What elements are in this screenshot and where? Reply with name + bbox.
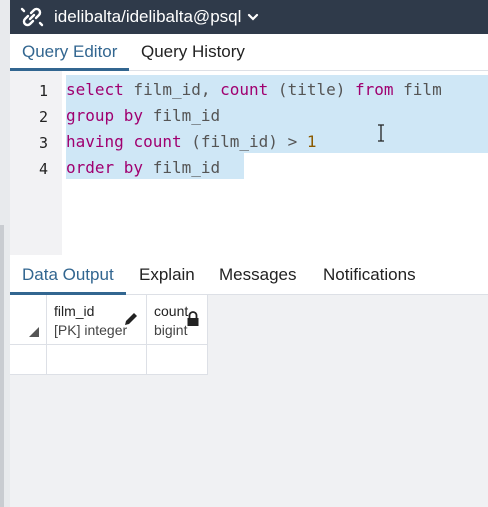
code-keyword: count [133, 132, 182, 151]
left-panel-shadow [0, 225, 4, 507]
tab-explain[interactable]: Explain [127, 256, 207, 294]
code-token: film_id [143, 106, 221, 125]
editor-tabs: Query Editor Query History [10, 34, 488, 71]
code-number: 1 [306, 132, 317, 151]
query-editor[interactable]: 1 2 3 4 select film_id, count (title) fr… [10, 71, 488, 255]
connection-bar[interactable]: idelibalta/idelibalta@psql [10, 0, 488, 34]
lock-icon [187, 311, 199, 326]
row-header-corner[interactable] [10, 295, 47, 345]
tab-notifications[interactable]: Notifications [311, 256, 428, 294]
pencil-icon [125, 313, 137, 325]
code-token: (film_id) > [181, 132, 307, 151]
line-number: 3 [38, 134, 48, 152]
tab-query-history[interactable]: Query History [129, 34, 257, 70]
code-keyword: order by [66, 158, 144, 177]
select-all-icon[interactable] [28, 326, 40, 338]
chevron-down-icon[interactable] [247, 12, 259, 22]
code-line[interactable]: order by film_id [66, 158, 220, 177]
line-number: 1 [38, 82, 48, 100]
code-line[interactable]: having count (film_id) > 1 [66, 132, 316, 151]
table-cell[interactable] [147, 345, 208, 375]
row-number-cell[interactable] [10, 345, 47, 375]
code-token: film_id [143, 158, 221, 177]
code-keyword: select [66, 80, 124, 99]
tab-query-editor[interactable]: Query Editor [10, 34, 130, 71]
tab-data-output[interactable]: Data Output [10, 256, 126, 295]
code-token: film [393, 80, 442, 99]
line-gutter: 1 2 3 4 [10, 71, 62, 255]
column-header-film-id[interactable]: film_id [PK] integer [47, 295, 147, 345]
tab-messages[interactable]: Messages [207, 256, 308, 294]
column-header-count[interactable]: count bigint [147, 295, 208, 345]
results-grid: film_id [PK] integer count bigint [10, 295, 488, 507]
output-tabs: Data Output Explain Messages Notificatio… [10, 256, 488, 295]
code-line[interactable]: group by film_id [66, 106, 220, 125]
code-token: (title) [268, 80, 355, 99]
line-number: 2 [38, 108, 48, 126]
connection-icon [10, 0, 54, 34]
code-token: film_id, [123, 80, 221, 99]
line-number: 4 [38, 160, 48, 178]
column-name: film_id [54, 303, 95, 319]
code-keyword: group by [66, 106, 144, 125]
code-keyword: having [66, 132, 124, 151]
left-panel-edge [0, 0, 10, 507]
text-cursor-icon [376, 124, 386, 142]
table-cell[interactable] [47, 345, 147, 375]
code-keyword: from [355, 80, 394, 99]
connection-title[interactable]: idelibalta/idelibalta@psql [54, 7, 241, 27]
code-keyword: count [220, 80, 269, 99]
code-line[interactable]: select film_id, count (title) from film [66, 80, 442, 99]
